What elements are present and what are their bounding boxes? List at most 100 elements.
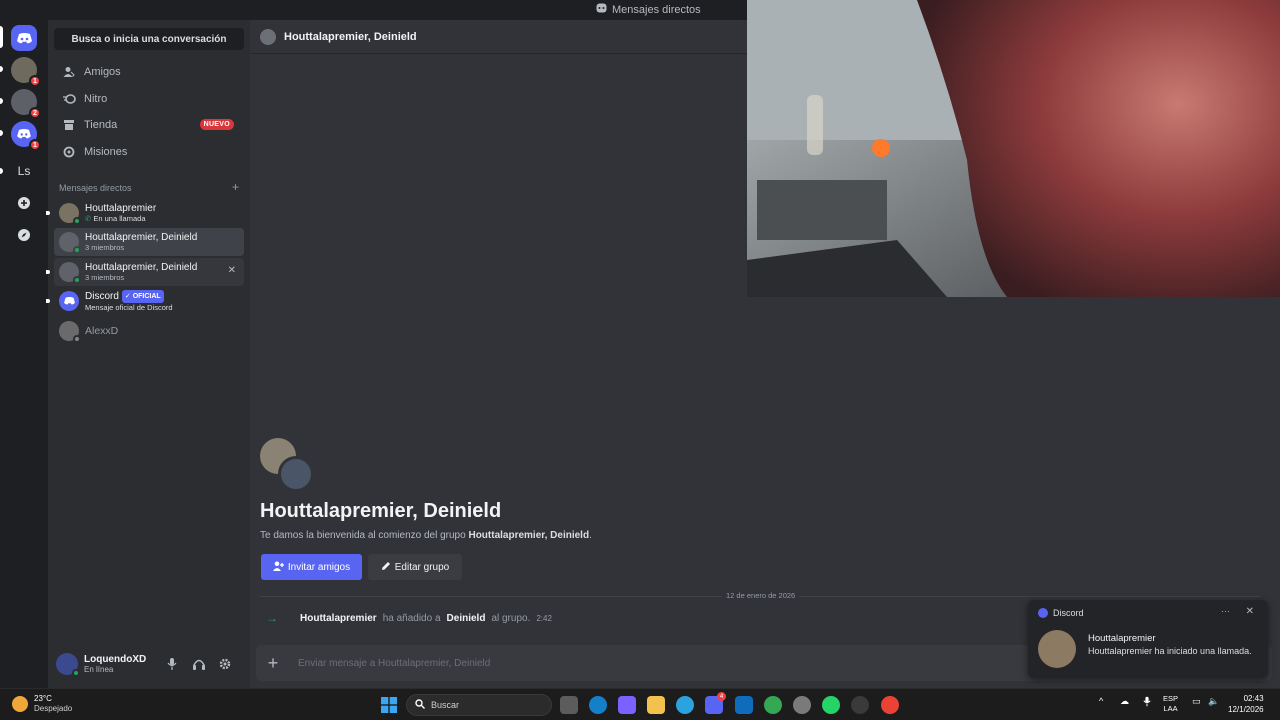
whatsapp-icon[interactable]: [822, 696, 840, 714]
app-icon[interactable]: [851, 696, 869, 714]
welcome-suffix: .: [589, 530, 592, 541]
new-badge: NUEVO: [199, 119, 234, 130]
dm-item-active[interactable]: Houttalapremier, Deinield 3 miembros: [54, 228, 244, 256]
friends-icon: [62, 65, 76, 79]
server-ls[interactable]: Ls: [11, 158, 37, 184]
dm-item[interactable]: Discord ✓ OFICIAL Mensaje oficial de Disc…: [46, 287, 244, 315]
language-indicator[interactable]: ESP LAA: [1163, 694, 1178, 714]
headphones-icon[interactable]: [191, 656, 207, 672]
windows-start-icon[interactable]: [380, 696, 398, 714]
chrome-profile-icon[interactable]: [881, 696, 899, 714]
welcome-group-name: Houttalapremier, Deinield: [468, 530, 590, 541]
sys-target[interactable]: Deinield: [447, 613, 486, 624]
dm-avatar-2[interactable]: 2: [11, 89, 41, 119]
dm-item[interactable]: Houttalapremier, Deinield 3 miembros ✕: [46, 258, 244, 286]
copilot-icon[interactable]: [618, 696, 636, 714]
close-icon[interactable]: ✕: [228, 265, 236, 276]
dm-sub: Mensaje oficial de Discord: [85, 303, 173, 312]
sys-user[interactable]: Houttalapremier: [300, 613, 377, 624]
openai-icon[interactable]: [793, 696, 811, 714]
dm-item[interactable]: Houttalapremier ✆ En una llamada: [46, 199, 244, 227]
add-server-icon[interactable]: [11, 190, 37, 216]
system-clock[interactable]: 02:43 12/1/2026: [1228, 693, 1264, 715]
window-title: Mensajes directos: [596, 3, 701, 16]
nav-label: Tienda: [84, 119, 118, 131]
discord-window: Mensajes directos 1 2 1 Ls Busca o inici…: [0, 0, 1280, 688]
task-view-icon[interactable]: [560, 696, 578, 714]
call-notification-toast[interactable]: Discord ··· ✕ Houttalapremier Houttalapr…: [1028, 600, 1268, 678]
dm-name: Discord: [85, 291, 119, 302]
dm-item[interactable]: AlexxD: [54, 317, 244, 345]
online-status-icon: [72, 669, 80, 677]
onedrive-cloud-icon[interactable]: ☁: [1120, 696, 1129, 707]
toast-body: Houttalapremier ha iniciado una llamada.: [1088, 646, 1252, 656]
network-icon[interactable]: ▭: [1192, 696, 1201, 707]
avatar: [59, 203, 81, 225]
nav-label: Nitro: [84, 93, 108, 105]
dm-sub: 3 miembros: [85, 243, 125, 252]
invite-friends-button[interactable]: Invitar amigos: [261, 554, 362, 580]
unread-indicator: [46, 270, 50, 274]
lang-code: ESP: [1163, 694, 1179, 703]
outlook-icon[interactable]: [735, 696, 753, 714]
file-explorer-icon[interactable]: [647, 696, 665, 714]
avatar: [278, 456, 314, 492]
avatar: [59, 262, 81, 284]
dm-sub: En una llamada: [93, 214, 146, 223]
avatar: [59, 321, 81, 343]
edit-label: Editar grupo: [394, 561, 450, 573]
search-conversation-button[interactable]: Busca o inicia una conversación: [54, 28, 244, 50]
edit-group-button[interactable]: Editar grupo: [368, 554, 462, 580]
nav-friends[interactable]: Amigos: [54, 59, 244, 85]
dm-sidebar: Busca o inicia una conversación Amigos N…: [46, 20, 250, 688]
toast-app-name: Discord: [1053, 608, 1084, 618]
nav-quests[interactable]: Misiones: [54, 139, 244, 165]
unread-indicator: [0, 98, 3, 104]
message-input[interactable]: Enviar mensaje a Houttalapremier, Deinie…: [298, 658, 490, 669]
settings-gear-icon[interactable]: [217, 656, 233, 672]
dm-name: Houttalapremier, Deinield: [85, 232, 198, 243]
discord-taskbar-icon[interactable]: 4: [705, 692, 726, 714]
home-button[interactable]: [11, 25, 37, 51]
user-avatar[interactable]: [56, 653, 80, 677]
online-status-icon: [73, 246, 81, 254]
chrome-icon[interactable]: [764, 696, 782, 714]
edge-browser-icon[interactable]: [589, 696, 607, 714]
chevron-up-icon[interactable]: ^: [1099, 696, 1103, 706]
create-dm-button[interactable]: +: [232, 181, 239, 193]
dm-avatar-1[interactable]: 1: [11, 57, 41, 87]
nav-store[interactable]: Tienda NUEVO: [54, 112, 244, 138]
message-timestamp: 2:42: [536, 613, 552, 623]
notification-badge: 2: [29, 107, 41, 119]
sun-icon: [12, 696, 28, 712]
server-initials: Ls: [17, 164, 31, 178]
dm-section-header: Mensajes directos +: [59, 181, 239, 193]
volume-icon[interactable]: 🔈: [1208, 696, 1219, 707]
more-options-icon[interactable]: ···: [1221, 606, 1230, 616]
username: LoquendoXD: [84, 654, 147, 665]
discord-dm-avatar[interactable]: 1: [11, 121, 41, 151]
dm-header-label: Mensajes directos: [59, 183, 132, 193]
dm-sub: 3 miembros: [85, 273, 125, 282]
discover-compass-icon[interactable]: [11, 222, 37, 248]
video-call-feed[interactable]: [747, 0, 1280, 297]
server-rail: 1 2 1 Ls: [0, 20, 48, 688]
caller-avatar: [1038, 630, 1076, 668]
clock-date: 12/1/2026: [1228, 705, 1264, 714]
weather-desc: Despejado: [34, 704, 73, 713]
clock-time: 02:43: [1243, 694, 1264, 703]
store-icon: [62, 118, 76, 132]
join-arrow-icon: →: [266, 611, 278, 625]
telegram-icon[interactable]: [676, 696, 694, 714]
unread-indicator: [0, 66, 3, 72]
selected-indicator: [0, 26, 3, 48]
nav-nitro[interactable]: Nitro: [54, 86, 244, 112]
add-user-icon: [272, 561, 284, 574]
microphone-icon[interactable]: [164, 656, 180, 672]
microphone-icon[interactable]: [1143, 696, 1151, 709]
taskbar-search-box[interactable]: Buscar: [406, 694, 552, 716]
close-icon[interactable]: ✕: [1246, 606, 1254, 617]
weather-widget[interactable]: 23°C Despejado: [12, 694, 72, 714]
attach-plus-icon[interactable]: +: [256, 653, 290, 674]
dm-icon: [596, 3, 607, 16]
